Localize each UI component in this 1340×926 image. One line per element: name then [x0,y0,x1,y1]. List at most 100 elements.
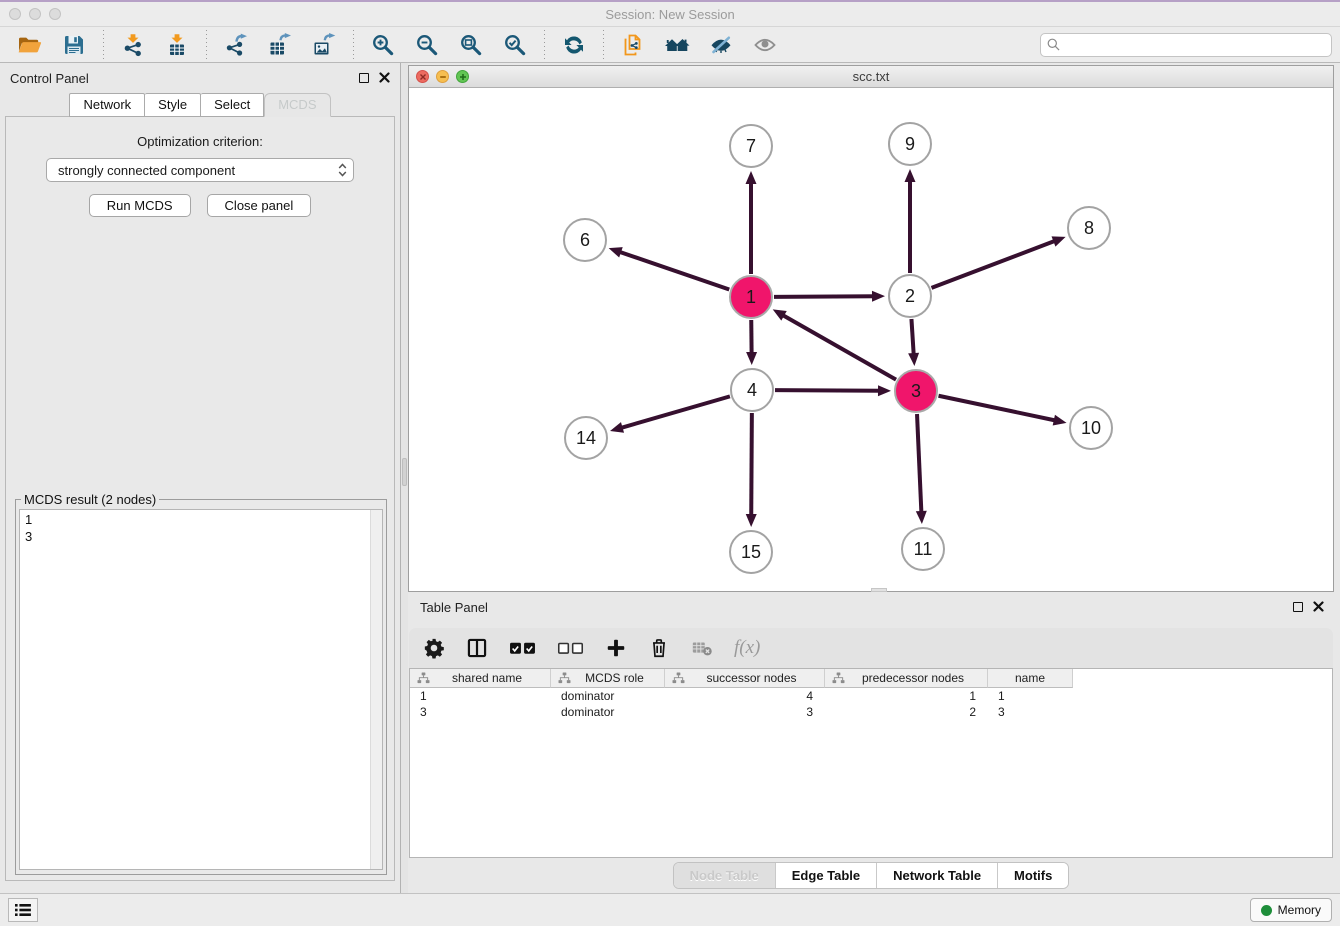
select-all-columns-icon[interactable] [509,641,536,656]
table-body: 1dominator4113dominator323 [410,688,1332,720]
table-cell[interactable]: 1 [410,688,551,704]
delete-table-icon[interactable] [691,637,713,659]
graph-node-2[interactable]: 2 [888,274,932,318]
control-panel-tabs: NetworkStyleSelectMCDS [0,93,400,117]
memory-button[interactable]: Memory [1250,898,1332,922]
export-network-icon[interactable] [219,30,253,60]
zoom-out-icon[interactable] [410,30,444,60]
status-bar: Memory [0,893,1340,926]
tab-node-table[interactable]: Node Table [674,863,775,888]
close-panel-icon[interactable] [379,71,390,86]
deselect-all-columns-icon[interactable] [557,641,584,656]
mcds-result-area[interactable]: 13 [19,509,383,870]
column-header-successor-nodes[interactable]: successor nodes [665,669,825,688]
network-resize-grip[interactable] [871,588,887,592]
graph-edge[interactable] [917,414,921,514]
zoom-fit-icon[interactable] [454,30,488,60]
table-cell[interactable]: dominator [551,688,665,704]
hide-selected-icon[interactable] [704,30,738,60]
add-column-icon[interactable] [605,637,627,659]
column-header-mcds-role[interactable]: MCDS role [551,669,665,688]
close-panel-button[interactable]: Close panel [207,194,312,217]
graph-edge[interactable] [620,396,730,428]
graph-edge[interactable] [751,413,752,517]
graph-node-11[interactable]: 11 [901,527,945,571]
graph-edge[interactable] [911,319,913,356]
task-history-button[interactable] [8,898,38,922]
tab-edge-table[interactable]: Edge Table [775,863,876,888]
graph-node-1[interactable]: 1 [729,275,773,319]
table-panel-title: Table Panel [420,600,488,615]
tab-style[interactable]: Style [145,93,201,117]
graph-node-9[interactable]: 9 [888,122,932,166]
tab-network[interactable]: Network [69,93,145,117]
graph-node-10[interactable]: 10 [1069,406,1113,450]
table-cell[interactable]: 1 [825,688,988,704]
search-box[interactable] [1040,33,1332,57]
table-row[interactable]: 1dominator411 [410,688,1332,704]
graph-edge[interactable] [781,314,896,379]
graph-edge[interactable] [932,240,1057,287]
graph-edge-arrowhead [878,385,891,396]
tab-motifs[interactable]: Motifs [997,863,1068,888]
export-image-icon[interactable] [307,30,341,60]
save-session-icon[interactable] [57,30,91,60]
tab-select[interactable]: Select [201,93,264,117]
graph-edge[interactable] [774,296,875,297]
network-overview-icon[interactable] [660,30,694,60]
zoom-in-icon[interactable] [366,30,400,60]
table-cell[interactable]: 4 [665,688,825,704]
graph-edge[interactable] [939,396,1057,421]
sort-icon [832,672,845,684]
optimization-select[interactable]: strongly connected component [46,158,354,182]
graph-node-14[interactable]: 14 [564,416,608,460]
table-cell[interactable]: dominator [551,704,665,720]
column-layout-icon[interactable] [466,637,488,659]
zoom-selected-icon[interactable] [498,30,532,60]
graph-edge[interactable] [775,390,881,391]
tab-network-table[interactable]: Network Table [876,863,997,888]
graph-node-8[interactable]: 8 [1067,206,1111,250]
function-builder-icon[interactable]: f(x) [734,637,760,659]
network-canvas[interactable]: 7 9 6 8 1 2 4 3 14 10 15 11 [409,88,1333,591]
float-panel-icon[interactable] [359,73,369,83]
table-cell[interactable]: 1 [988,688,1073,704]
import-network-icon[interactable] [116,30,150,60]
settings-icon[interactable] [423,637,445,659]
graph-edge-arrowhead [746,352,757,365]
search-input[interactable] [1065,38,1325,52]
table-cell[interactable]: 3 [665,704,825,720]
splitter-grip-icon[interactable] [402,458,407,486]
mcds-result-fieldset: MCDS result (2 nodes) 13 [15,492,387,875]
graph-node-7[interactable]: 7 [729,124,773,168]
show-all-icon[interactable] [748,30,782,60]
open-session-icon[interactable] [13,30,47,60]
graph-node-4[interactable]: 4 [730,368,774,412]
column-header-predecessor-nodes[interactable]: predecessor nodes [825,669,988,688]
float-table-panel-icon[interactable] [1293,602,1303,612]
export-table-icon[interactable] [263,30,297,60]
result-scrollbar[interactable] [370,510,382,869]
graph-node-15[interactable]: 15 [729,530,773,574]
panel-splitter[interactable] [400,63,408,893]
table-row[interactable]: 3dominator323 [410,704,1332,720]
table-cell[interactable]: 3 [410,704,551,720]
column-header-shared-name[interactable]: shared name [410,669,551,688]
column-label: MCDS role [575,671,664,685]
import-table-icon[interactable] [160,30,194,60]
graph-node-3[interactable]: 3 [894,369,938,413]
refresh-icon[interactable] [557,30,591,60]
table-cell[interactable]: 3 [988,704,1073,720]
delete-column-icon[interactable] [648,637,670,659]
duplicate-network-icon[interactable] [616,30,650,60]
graph-node-6[interactable]: 6 [563,218,607,262]
graph-edges [409,88,1333,591]
window-titlebar: Session: New Session [0,0,1340,27]
mcds-result-title: MCDS result (2 nodes) [21,492,159,507]
run-mcds-button[interactable]: Run MCDS [89,194,191,217]
column-header-name[interactable]: name [988,669,1073,688]
table-cell[interactable]: 2 [825,704,988,720]
tab-mcds[interactable]: MCDS [264,93,330,117]
close-table-panel-icon[interactable] [1313,600,1324,615]
graph-edge[interactable] [618,251,729,289]
